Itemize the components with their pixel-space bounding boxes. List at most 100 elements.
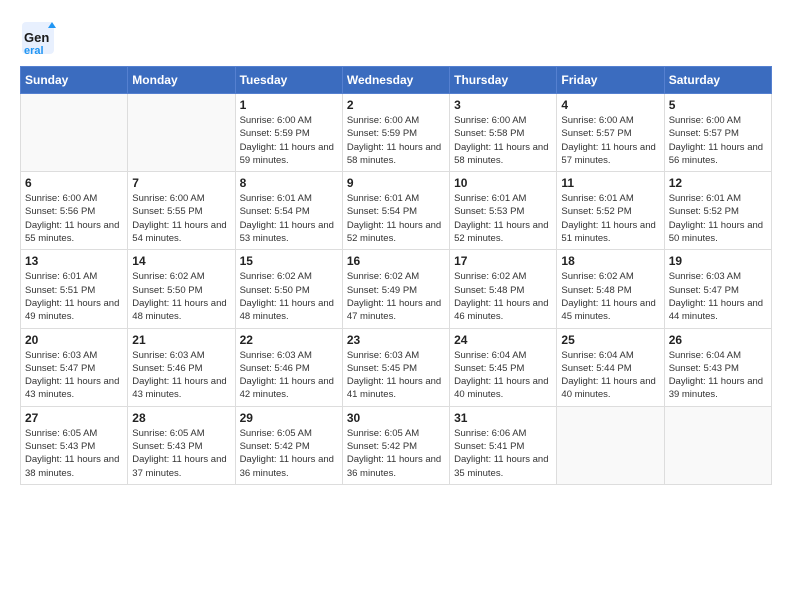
day-info: Sunrise: 6:00 AM Sunset: 5:57 PM Dayligh…	[561, 114, 659, 167]
day-number: 10	[454, 176, 552, 190]
day-info: Sunrise: 6:02 AM Sunset: 5:50 PM Dayligh…	[132, 270, 230, 323]
calendar-cell: 11 Sunrise: 6:01 AM Sunset: 5:52 PM Dayli…	[557, 172, 664, 250]
day-info: Sunrise: 6:03 AM Sunset: 5:46 PM Dayligh…	[132, 349, 230, 402]
day-number: 18	[561, 254, 659, 268]
weekday-header: Thursday	[450, 67, 557, 94]
page-header: Gen eral	[20, 20, 772, 56]
day-number: 14	[132, 254, 230, 268]
calendar-header: SundayMondayTuesdayWednesdayThursdayFrid…	[21, 67, 772, 94]
day-number: 17	[454, 254, 552, 268]
day-info: Sunrise: 6:02 AM Sunset: 5:48 PM Dayligh…	[454, 270, 552, 323]
day-info: Sunrise: 6:02 AM Sunset: 5:48 PM Dayligh…	[561, 270, 659, 323]
day-number: 24	[454, 333, 552, 347]
calendar-cell: 24 Sunrise: 6:04 AM Sunset: 5:45 PM Dayli…	[450, 328, 557, 406]
day-number: 9	[347, 176, 445, 190]
day-info: Sunrise: 6:03 AM Sunset: 5:46 PM Dayligh…	[240, 349, 338, 402]
day-number: 13	[25, 254, 123, 268]
day-number: 15	[240, 254, 338, 268]
calendar-cell: 23 Sunrise: 6:03 AM Sunset: 5:45 PM Dayli…	[342, 328, 449, 406]
svg-text:eral: eral	[24, 45, 44, 56]
day-number: 3	[454, 98, 552, 112]
day-info: Sunrise: 6:01 AM Sunset: 5:54 PM Dayligh…	[240, 192, 338, 245]
calendar-cell: 28 Sunrise: 6:05 AM Sunset: 5:43 PM Dayli…	[128, 406, 235, 484]
day-info: Sunrise: 6:00 AM Sunset: 5:57 PM Dayligh…	[669, 114, 767, 167]
calendar-cell: 22 Sunrise: 6:03 AM Sunset: 5:46 PM Dayli…	[235, 328, 342, 406]
day-number: 28	[132, 411, 230, 425]
weekday-header: Friday	[557, 67, 664, 94]
calendar-cell: 19 Sunrise: 6:03 AM Sunset: 5:47 PM Dayli…	[664, 250, 771, 328]
day-info: Sunrise: 6:05 AM Sunset: 5:42 PM Dayligh…	[240, 427, 338, 480]
day-info: Sunrise: 6:04 AM Sunset: 5:44 PM Dayligh…	[561, 349, 659, 402]
calendar-cell: 13 Sunrise: 6:01 AM Sunset: 5:51 PM Dayli…	[21, 250, 128, 328]
calendar-cell: 2 Sunrise: 6:00 AM Sunset: 5:59 PM Daylig…	[342, 94, 449, 172]
calendar-cell: 6 Sunrise: 6:00 AM Sunset: 5:56 PM Daylig…	[21, 172, 128, 250]
day-info: Sunrise: 6:00 AM Sunset: 5:55 PM Dayligh…	[132, 192, 230, 245]
calendar-cell: 14 Sunrise: 6:02 AM Sunset: 5:50 PM Dayli…	[128, 250, 235, 328]
day-info: Sunrise: 6:04 AM Sunset: 5:45 PM Dayligh…	[454, 349, 552, 402]
day-number: 20	[25, 333, 123, 347]
calendar-cell: 9 Sunrise: 6:01 AM Sunset: 5:54 PM Daylig…	[342, 172, 449, 250]
calendar-cell: 30 Sunrise: 6:05 AM Sunset: 5:42 PM Dayli…	[342, 406, 449, 484]
day-number: 31	[454, 411, 552, 425]
day-info: Sunrise: 6:03 AM Sunset: 5:47 PM Dayligh…	[669, 270, 767, 323]
day-number: 8	[240, 176, 338, 190]
calendar-cell: 8 Sunrise: 6:01 AM Sunset: 5:54 PM Daylig…	[235, 172, 342, 250]
day-info: Sunrise: 6:02 AM Sunset: 5:49 PM Dayligh…	[347, 270, 445, 323]
calendar-cell: 15Sunrise: 6:02 AM Sunset: 5:50 PM Dayli…	[235, 250, 342, 328]
day-number: 16	[347, 254, 445, 268]
day-number: 1	[240, 98, 338, 112]
day-info: Sunrise: 6:05 AM Sunset: 5:43 PM Dayligh…	[25, 427, 123, 480]
day-info: Sunrise: 6:06 AM Sunset: 5:41 PM Dayligh…	[454, 427, 552, 480]
calendar-cell: 20 Sunrise: 6:03 AM Sunset: 5:47 PM Dayli…	[21, 328, 128, 406]
weekday-header: Sunday	[21, 67, 128, 94]
calendar-cell: 16 Sunrise: 6:02 AM Sunset: 5:49 PM Dayli…	[342, 250, 449, 328]
day-number: 27	[25, 411, 123, 425]
calendar-table: SundayMondayTuesdayWednesdayThursdayFrid…	[20, 66, 772, 485]
calendar-cell: 7Sunrise: 6:00 AM Sunset: 5:55 PM Daylig…	[128, 172, 235, 250]
day-number: 29	[240, 411, 338, 425]
day-number: 12	[669, 176, 767, 190]
day-info: Sunrise: 6:04 AM Sunset: 5:43 PM Dayligh…	[669, 349, 767, 402]
day-info: Sunrise: 6:05 AM Sunset: 5:42 PM Dayligh…	[347, 427, 445, 480]
calendar-cell: 27 Sunrise: 6:05 AM Sunset: 5:43 PM Dayli…	[21, 406, 128, 484]
day-number: 26	[669, 333, 767, 347]
calendar-cell: 5 Sunrise: 6:00 AM Sunset: 5:57 PM Daylig…	[664, 94, 771, 172]
day-info: Sunrise: 6:03 AM Sunset: 5:47 PM Dayligh…	[25, 349, 123, 402]
day-number: 21	[132, 333, 230, 347]
day-info: Sunrise: 6:00 AM Sunset: 5:59 PM Dayligh…	[240, 114, 338, 167]
calendar-cell: 25 Sunrise: 6:04 AM Sunset: 5:44 PM Dayli…	[557, 328, 664, 406]
weekday-header: Saturday	[664, 67, 771, 94]
day-info: Sunrise: 6:01 AM Sunset: 5:52 PM Dayligh…	[561, 192, 659, 245]
day-info: Sunrise: 6:03 AM Sunset: 5:45 PM Dayligh…	[347, 349, 445, 402]
calendar-cell: 12Sunrise: 6:01 AM Sunset: 5:52 PM Dayli…	[664, 172, 771, 250]
logo-icon: Gen eral	[20, 20, 56, 56]
day-info: Sunrise: 6:00 AM Sunset: 5:59 PM Dayligh…	[347, 114, 445, 167]
calendar-cell	[21, 94, 128, 172]
calendar-cell: 26 Sunrise: 6:04 AM Sunset: 5:43 PM Dayli…	[664, 328, 771, 406]
day-number: 5	[669, 98, 767, 112]
calendar-cell: 3 Sunrise: 6:00 AM Sunset: 5:58 PM Daylig…	[450, 94, 557, 172]
day-number: 2	[347, 98, 445, 112]
day-info: Sunrise: 6:01 AM Sunset: 5:51 PM Dayligh…	[25, 270, 123, 323]
calendar-cell	[664, 406, 771, 484]
calendar-week-row: 20 Sunrise: 6:03 AM Sunset: 5:47 PM Dayli…	[21, 328, 772, 406]
day-info: Sunrise: 6:01 AM Sunset: 5:54 PM Dayligh…	[347, 192, 445, 245]
day-info: Sunrise: 6:00 AM Sunset: 5:58 PM Dayligh…	[454, 114, 552, 167]
day-number: 23	[347, 333, 445, 347]
calendar-cell: 17 Sunrise: 6:02 AM Sunset: 5:48 PM Dayli…	[450, 250, 557, 328]
calendar-cell: 21 Sunrise: 6:03 AM Sunset: 5:46 PM Dayli…	[128, 328, 235, 406]
day-info: Sunrise: 6:05 AM Sunset: 5:43 PM Dayligh…	[132, 427, 230, 480]
day-number: 6	[25, 176, 123, 190]
day-info: Sunrise: 6:00 AM Sunset: 5:56 PM Dayligh…	[25, 192, 123, 245]
weekday-header: Wednesday	[342, 67, 449, 94]
calendar-cell: 10Sunrise: 6:01 AM Sunset: 5:53 PM Dayli…	[450, 172, 557, 250]
day-number: 30	[347, 411, 445, 425]
day-number: 25	[561, 333, 659, 347]
day-number: 22	[240, 333, 338, 347]
logo: Gen eral	[20, 20, 56, 56]
calendar-week-row: 13 Sunrise: 6:01 AM Sunset: 5:51 PM Dayli…	[21, 250, 772, 328]
day-number: 11	[561, 176, 659, 190]
day-number: 19	[669, 254, 767, 268]
day-number: 4	[561, 98, 659, 112]
calendar-cell: 29 Sunrise: 6:05 AM Sunset: 5:42 PM Dayli…	[235, 406, 342, 484]
